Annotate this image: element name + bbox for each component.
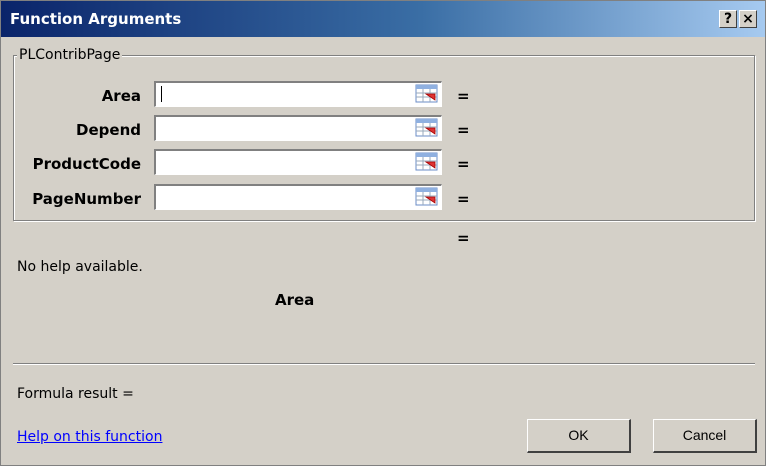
pagenumber-input[interactable] bbox=[154, 184, 442, 210]
function-name-label: PLContribPage bbox=[17, 47, 123, 63]
collapse-dialog-icon[interactable] bbox=[415, 84, 439, 104]
help-button[interactable]: ? bbox=[719, 10, 737, 28]
area-input[interactable] bbox=[154, 81, 442, 107]
ok-button[interactable]: OK bbox=[527, 419, 631, 453]
arg-result-area: = bbox=[457, 87, 470, 105]
close-button[interactable]: × bbox=[739, 10, 757, 28]
close-icon: × bbox=[742, 11, 754, 27]
window-title: Function Arguments bbox=[10, 10, 182, 28]
arg-label-pagenumber: PageNumber bbox=[32, 190, 141, 208]
current-argument-name: Area bbox=[275, 291, 315, 309]
collapse-dialog-icon[interactable] bbox=[415, 118, 439, 138]
title-bar[interactable]: Function Arguments ? × bbox=[1, 1, 765, 37]
arg-label-depend: Depend bbox=[76, 121, 141, 139]
arg-label-area: Area bbox=[101, 87, 141, 105]
help-on-function-link[interactable]: Help on this function bbox=[17, 429, 162, 445]
separator bbox=[13, 363, 755, 365]
help-description: No help available. bbox=[17, 259, 143, 275]
arg-label-productcode: ProductCode bbox=[32, 155, 141, 173]
function-result: = bbox=[457, 229, 470, 247]
depend-input[interactable] bbox=[154, 115, 442, 141]
arg-result-depend: = bbox=[457, 121, 470, 139]
function-arguments-dialog: Function Arguments ? × PLContribPage Are… bbox=[0, 0, 766, 466]
formula-result: Formula result = bbox=[17, 386, 134, 402]
arg-result-productcode: = bbox=[457, 155, 470, 173]
cancel-button[interactable]: Cancel bbox=[653, 419, 757, 453]
text-caret bbox=[161, 86, 162, 102]
productcode-input[interactable] bbox=[154, 149, 442, 175]
collapse-dialog-icon[interactable] bbox=[415, 152, 439, 172]
help-icon: ? bbox=[723, 11, 733, 27]
collapse-dialog-icon[interactable] bbox=[415, 187, 439, 207]
arg-result-pagenumber: = bbox=[457, 190, 470, 208]
